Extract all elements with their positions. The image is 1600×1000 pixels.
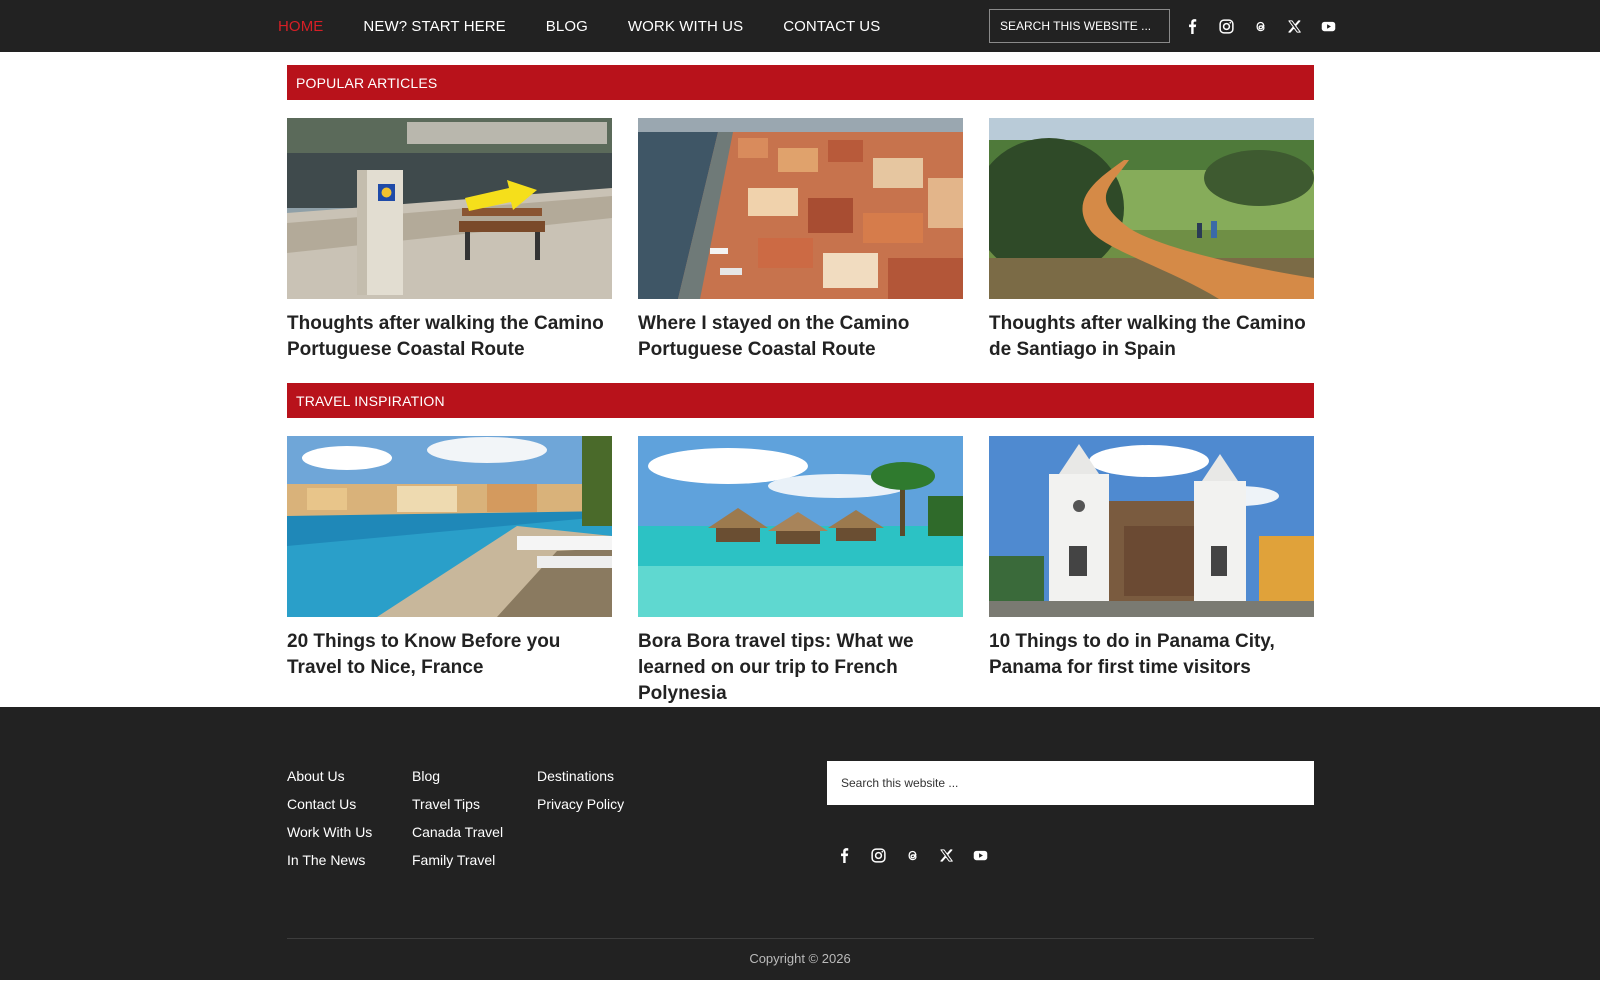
nav-home[interactable]: HOME [278,18,323,35]
footer-link-destinations[interactable]: Destinations [537,762,624,790]
threads-icon[interactable] [1243,10,1277,42]
footer-link-family-travel[interactable]: Family Travel [412,846,503,874]
nice-beach-photo[interactable] [287,436,612,617]
footer-link-contact-us[interactable]: Contact Us [287,790,372,818]
header-social-links [1175,10,1345,42]
countryside-trail-walkers-photo[interactable] [989,118,1314,299]
popular-articles-heading: POPULAR ARTICLES [287,65,1314,100]
footer-links-col-3: Destinations Privacy Policy [537,762,624,818]
porto-riverside-aerial-photo[interactable] [638,118,963,299]
footer-links-col-2: Blog Travel Tips Canada Travel Family Tr… [412,762,503,874]
top-navigation-bar: HOME NEW? START HERE BLOG WORK WITH US C… [0,0,1600,52]
nav-work-with-us[interactable]: WORK WITH US [628,18,743,35]
travel-inspiration-heading: TRAVEL INSPIRATION [287,383,1314,418]
overwater-bungalows-photo[interactable] [638,436,963,617]
travel-inspiration-grid: 20 Things to Know Before you Travel to N… [287,436,1314,707]
footer-link-privacy-policy[interactable]: Privacy Policy [537,790,624,818]
article-title[interactable]: Thoughts after walking the Camino Portug… [287,311,612,363]
instagram-icon[interactable] [861,839,895,871]
footer-link-about-us[interactable]: About Us [287,762,372,790]
x-icon[interactable] [1277,10,1311,42]
article-card[interactable]: Thoughts after walking the Camino Portug… [287,118,612,363]
youtube-icon[interactable] [963,839,997,871]
article-title[interactable]: Where I stayed on the Camino Portuguese … [638,311,963,363]
footer-links-col-1: About Us Contact Us Work With Us In The … [287,762,372,874]
facebook-icon[interactable] [1175,10,1209,42]
youtube-icon[interactable] [1311,10,1345,42]
popular-articles-grid: Thoughts after walking the Camino Portug… [287,118,1314,363]
article-title[interactable]: Bora Bora travel tips: What we learned o… [638,629,963,707]
threads-icon[interactable] [895,839,929,871]
footer-link-blog[interactable]: Blog [412,762,503,790]
footer-link-in-the-news[interactable]: In The News [287,846,372,874]
article-card[interactable]: Bora Bora travel tips: What we learned o… [638,436,963,707]
main-menu: HOME NEW? START HERE BLOG WORK WITH US C… [278,0,920,52]
nav-contact-us[interactable]: CONTACT US [783,18,880,35]
panama-cathedral-photo[interactable] [989,436,1314,617]
article-card[interactable]: 20 Things to Know Before you Travel to N… [287,436,612,707]
article-card[interactable]: Thoughts after walking the Camino de San… [989,118,1314,363]
x-icon[interactable] [929,839,963,871]
footer-link-work-with-us[interactable]: Work With Us [287,818,372,846]
camino-marker-bench-photo[interactable] [287,118,612,299]
article-title[interactable]: 20 Things to Know Before you Travel to N… [287,629,612,681]
article-card[interactable]: Where I stayed on the Camino Portuguese … [638,118,963,363]
nav-new-start-here[interactable]: NEW? START HERE [363,18,505,35]
footer-link-travel-tips[interactable]: Travel Tips [412,790,503,818]
page-bottom-edge [0,980,1600,1000]
copyright-text: Copyright © 2026 [749,951,851,966]
article-title[interactable]: Thoughts after walking the Camino de San… [989,311,1314,363]
facebook-icon[interactable] [827,839,861,871]
article-card[interactable]: 10 Things to do in Panama City, Panama f… [989,436,1314,707]
site-footer: About Us Contact Us Work With Us In The … [0,707,1600,980]
footer-link-canada-travel[interactable]: Canada Travel [412,818,503,846]
footer-social-links [827,839,997,871]
footer-search-input[interactable] [827,761,1314,805]
nav-blog[interactable]: BLOG [546,18,588,35]
header-search-input[interactable] [989,9,1170,43]
footer-divider [287,938,1314,939]
instagram-icon[interactable] [1209,10,1243,42]
article-title[interactable]: 10 Things to do in Panama City, Panama f… [989,629,1314,681]
